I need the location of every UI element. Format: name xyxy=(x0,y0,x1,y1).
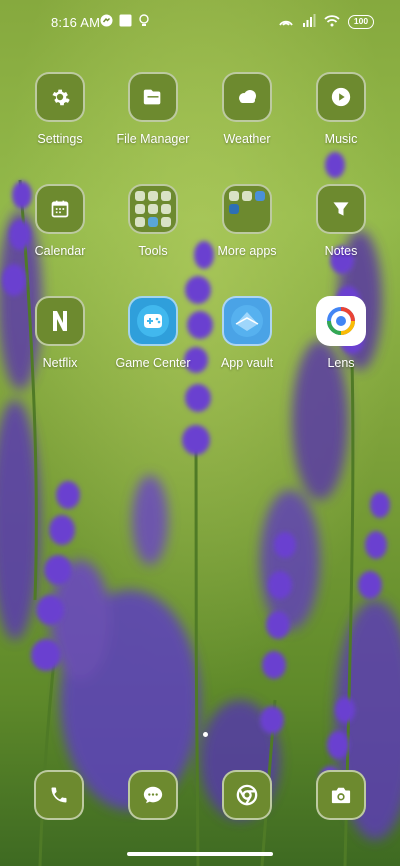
app-netflix[interactable]: Netflix xyxy=(13,296,107,370)
app-label: File Manager xyxy=(116,132,190,146)
app-weather[interactable]: Weather xyxy=(200,72,294,146)
wifi-icon xyxy=(324,14,340,30)
lightbulb-icon xyxy=(138,14,150,30)
gear-icon xyxy=(35,72,85,122)
dock-chrome[interactable] xyxy=(222,770,272,820)
dock-camera[interactable] xyxy=(316,770,366,820)
folder-grid-icon xyxy=(128,184,178,234)
phone-icon xyxy=(34,770,84,820)
gamepad-icon xyxy=(128,296,178,346)
dock-phone[interactable] xyxy=(34,770,84,820)
app-label: Music xyxy=(324,132,358,146)
status-system-icons: 100 xyxy=(278,14,374,30)
app-vault[interactable]: App vault xyxy=(200,296,294,370)
app-label: Game Center xyxy=(115,356,191,370)
app-label: Weather xyxy=(223,132,271,146)
app-label: Calendar xyxy=(34,244,86,258)
app-music[interactable]: Music xyxy=(294,72,388,146)
netflix-icon xyxy=(35,296,85,346)
status-time: 8:16 AM xyxy=(51,15,101,30)
app-label: Lens xyxy=(327,356,355,370)
app-game-center[interactable]: Game Center xyxy=(106,296,200,370)
lens-icon xyxy=(316,296,366,346)
app-label: Settings xyxy=(37,132,83,146)
calendar-icon xyxy=(35,184,85,234)
app-label: More apps xyxy=(217,244,277,258)
status-bar: 8:16 AM 100 xyxy=(0,0,400,44)
app-label: Tools xyxy=(138,244,168,258)
camera-icon xyxy=(316,770,366,820)
folder-more-apps[interactable]: More apps xyxy=(200,184,294,258)
chrome-icon xyxy=(222,770,272,820)
app-label: App vault xyxy=(220,356,274,370)
folder-icon xyxy=(128,72,178,122)
vault-icon xyxy=(222,296,272,346)
app-label: Netflix xyxy=(42,356,78,370)
signal-icon xyxy=(302,14,316,30)
notes-icon xyxy=(316,184,366,234)
play-icon xyxy=(316,72,366,122)
folder-grid-icon xyxy=(222,184,272,234)
app-lens[interactable]: Lens xyxy=(294,296,388,370)
app-label: Notes xyxy=(324,244,358,258)
folder-tools[interactable]: Tools xyxy=(106,184,200,258)
app-notes[interactable]: Notes xyxy=(294,184,388,258)
home-gesture-bar[interactable] xyxy=(127,852,273,856)
page-indicator-dot xyxy=(203,732,208,737)
cloud-icon xyxy=(222,72,272,122)
app-settings[interactable]: Settings xyxy=(13,72,107,146)
app-calendar[interactable]: Calendar xyxy=(13,184,107,258)
image-notification-icon xyxy=(119,14,132,30)
message-icon xyxy=(128,770,178,820)
hotspot-icon xyxy=(278,14,294,30)
battery-icon: 100 xyxy=(348,15,374,29)
status-notification-icons xyxy=(100,14,150,30)
messenger-icon xyxy=(100,14,113,30)
dock-messages[interactable] xyxy=(128,770,178,820)
app-file-manager[interactable]: File Manager xyxy=(106,72,200,146)
